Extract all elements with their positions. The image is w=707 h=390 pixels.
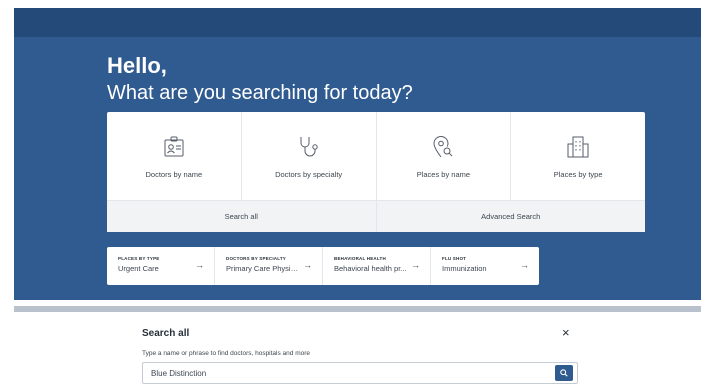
search-all-button[interactable]: Search all — [107, 201, 377, 232]
search-hero-panel: Hello, What are you searching for today?… — [14, 8, 701, 300]
quick-link-value: Urgent Care — [118, 264, 159, 273]
page-title: What are you searching for today? — [107, 82, 413, 104]
modal-help-text: Type a name or phrase to find doctors, h… — [142, 350, 311, 357]
search-input[interactable] — [142, 362, 578, 384]
quick-link-flu-shot[interactable]: FLU SHOT Immunization → — [431, 247, 539, 285]
tile-label: Places by name — [416, 170, 471, 179]
greeting: Hello, — [107, 53, 167, 78]
advanced-search-button[interactable]: Advanced Search — [377, 201, 646, 232]
quick-link-value: Behavioral health pr... — [334, 264, 407, 273]
search-button[interactable] — [555, 365, 573, 381]
arrow-right-icon: → — [411, 260, 420, 270]
id-badge-icon — [164, 136, 184, 157]
map-pin-search-icon — [433, 136, 453, 158]
quick-link-behavioral-health[interactable]: BEHAVIORAL HEALTH Behavioral health pr..… — [323, 247, 431, 285]
search-tiles: Doctors by name Doctors by specialty Pla… — [107, 112, 645, 200]
stethoscope-icon — [300, 137, 318, 157]
tile-doctors-by-name[interactable]: Doctors by name — [107, 112, 242, 200]
quick-link-value: Primary Care Physic... — [226, 264, 300, 273]
close-icon[interactable]: × — [562, 325, 570, 340]
search-actions: Search all Advanced Search — [107, 200, 645, 232]
search-options-card: Doctors by name Doctors by specialty Pla… — [107, 112, 645, 232]
search-icon — [560, 369, 568, 377]
arrow-right-icon: → — [303, 260, 312, 270]
search-all-modal: Search all × Type a name or phrase to fi… — [14, 312, 701, 390]
tile-label: Places by type — [553, 170, 603, 179]
tile-label: Doctors by name — [145, 170, 203, 179]
building-icon — [567, 136, 589, 158]
modal-title: Search all — [142, 328, 190, 339]
quick-links: PLACES BY TYPE Urgent Care → DOCTORS BY … — [107, 247, 539, 285]
tile-places-by-type[interactable]: Places by type — [511, 112, 645, 200]
quick-link-value: Immunization — [442, 264, 487, 273]
tile-doctors-by-specialty[interactable]: Doctors by specialty — [242, 112, 377, 200]
quick-link-primary-care[interactable]: DOCTORS BY SPECIALTY Primary Care Physic… — [215, 247, 323, 285]
tile-label: Doctors by specialty — [275, 170, 343, 179]
arrow-right-icon: → — [520, 260, 529, 270]
top-bar — [14, 8, 701, 37]
quick-link-urgent-care[interactable]: PLACES BY TYPE Urgent Care → — [107, 247, 215, 285]
tile-places-by-name[interactable]: Places by name — [377, 112, 512, 200]
arrow-right-icon: → — [195, 260, 204, 270]
